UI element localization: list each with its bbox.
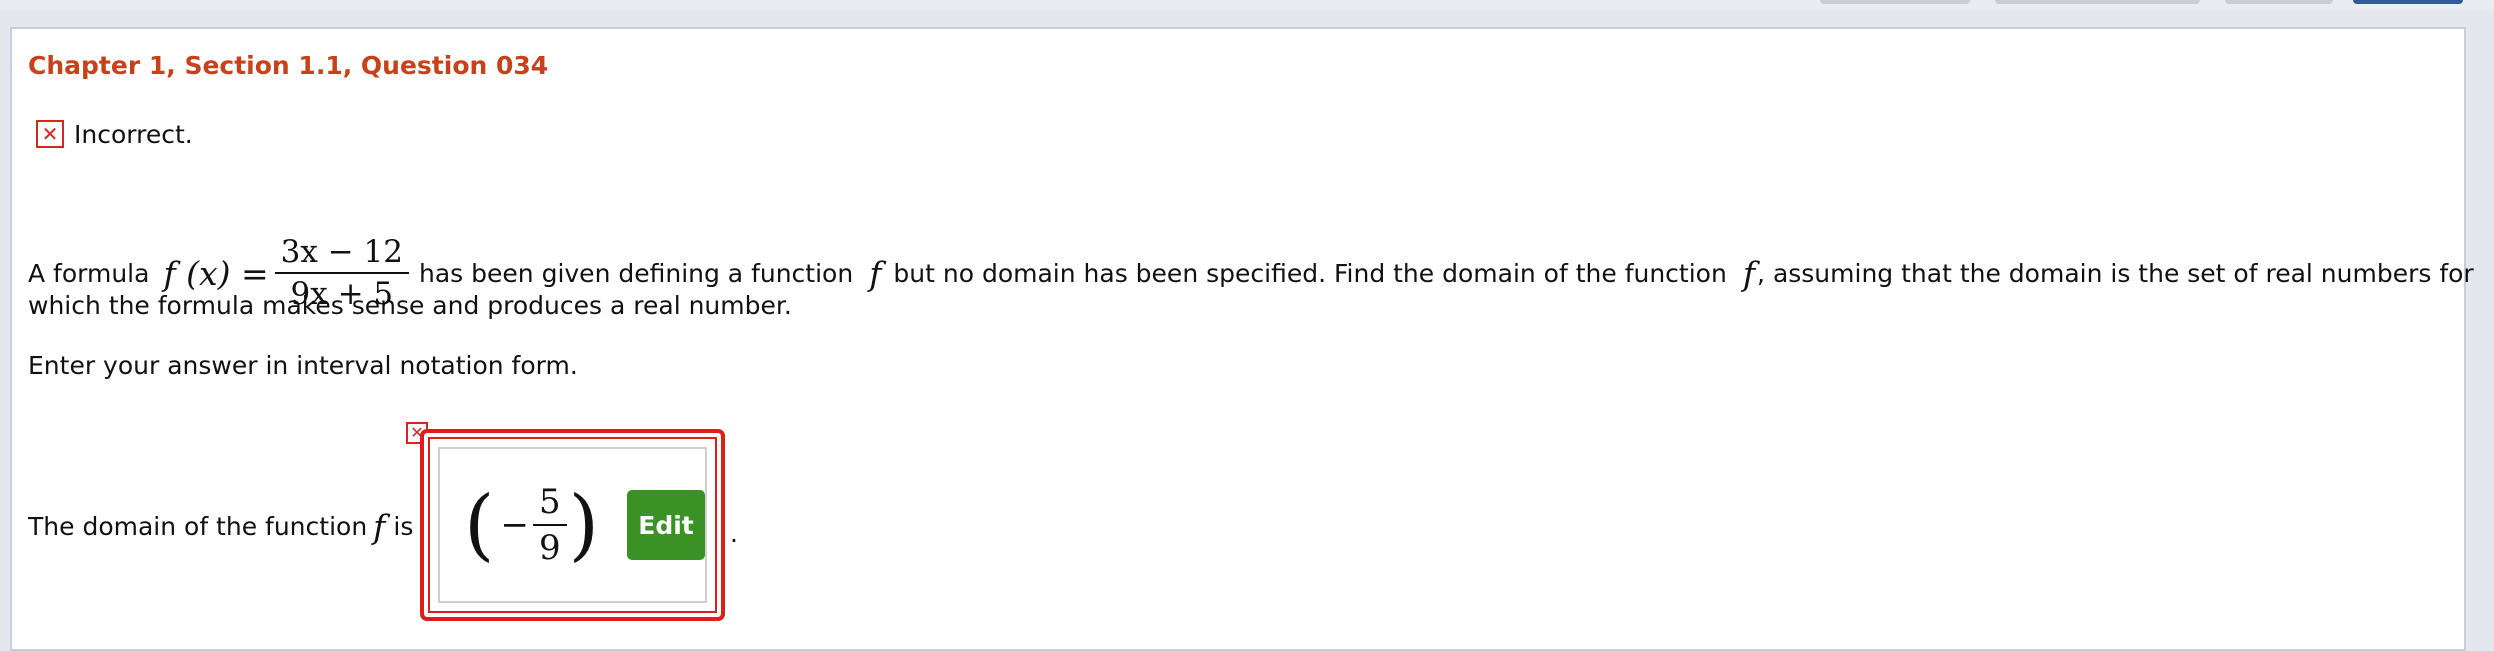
top-tab-1[interactable] xyxy=(1820,0,1970,4)
question-panel: Chapter 1, Section 1.1, Question 034 ✕ I… xyxy=(10,27,2474,651)
answer-label-prefix: The domain of the function xyxy=(28,512,368,541)
question-text-after-f: but no domain has been specified. Find t… xyxy=(893,258,1727,288)
answer-numerator: 5 xyxy=(532,480,567,526)
function-symbol-2: f xyxy=(1742,253,1756,293)
question-line-2: which the formula makes sense and produc… xyxy=(28,291,792,320)
question-text-middle: has been given defining a function xyxy=(419,258,854,288)
x-mark-icon: ✕ xyxy=(36,120,64,148)
function-lhs: f (x) = xyxy=(163,253,269,293)
function-symbol: f xyxy=(869,253,882,293)
feedback-text: Incorrect. xyxy=(74,119,193,149)
question-intro: A formula xyxy=(28,258,150,288)
answer-fraction: 5 9 xyxy=(532,480,567,570)
top-tab-4[interactable] xyxy=(2353,0,2463,4)
top-bar xyxy=(0,0,2494,10)
right-paren: ) xyxy=(568,480,600,570)
feedback-status: ✕ Incorrect. xyxy=(36,117,193,151)
answer-denominator: 9 xyxy=(538,528,561,568)
answer-label: The domain of the function f is xyxy=(28,507,413,546)
answer-period: . xyxy=(730,519,738,548)
instructions-text: Enter your answer in interval notation f… xyxy=(28,351,578,380)
answer-field[interactable]: ( − 5 9 ) Edit xyxy=(420,429,725,621)
answer-display[interactable]: ( − 5 9 ) Edit xyxy=(438,447,707,603)
formula-numerator: 3x − 12 xyxy=(274,232,410,274)
top-tab-3[interactable] xyxy=(2225,0,2333,4)
edit-button[interactable]: Edit xyxy=(627,490,705,560)
left-paren: ( xyxy=(464,480,495,570)
answer-label-suffix: is xyxy=(393,512,414,541)
answer-label-f: f xyxy=(373,507,386,546)
answer-sign: − xyxy=(500,505,529,545)
question-title: Chapter 1, Section 1.1, Question 034 xyxy=(28,51,549,80)
question-text-end: , assuming that the domain is the set of… xyxy=(1757,258,2474,288)
top-tab-2[interactable] xyxy=(1995,0,2200,4)
